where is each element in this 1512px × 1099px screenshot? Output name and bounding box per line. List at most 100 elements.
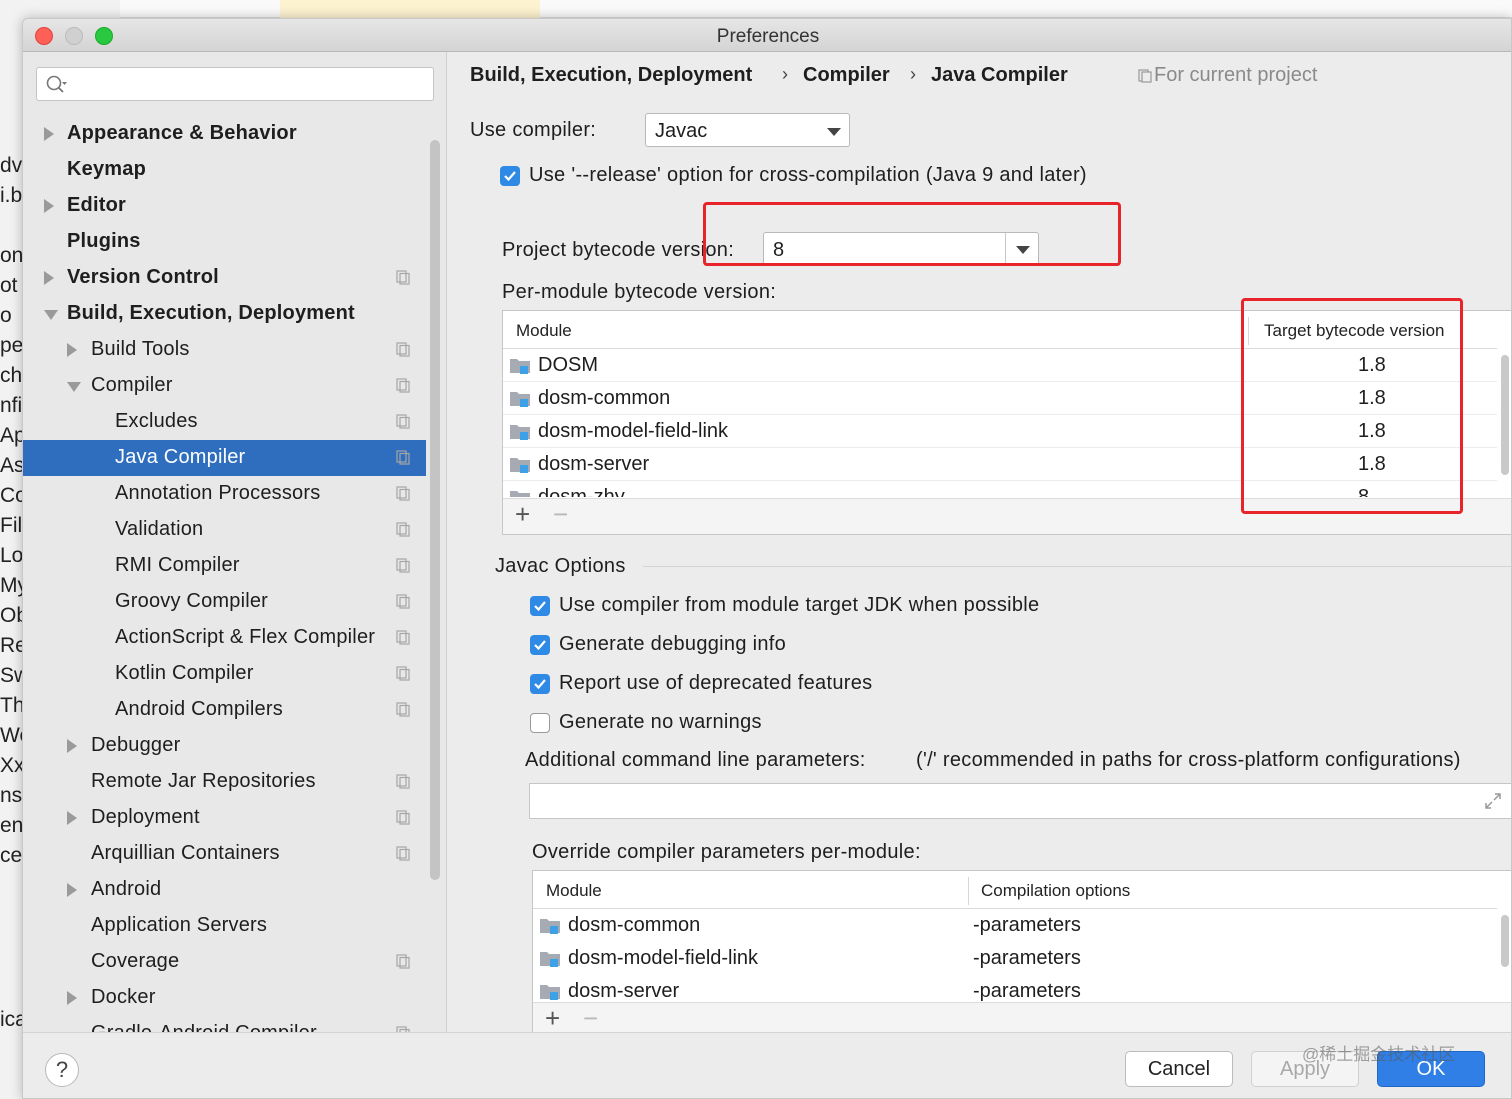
table-row[interactable]: dosm-server -parameters	[533, 975, 1497, 1001]
sidebar-scrollbar[interactable]	[430, 140, 440, 880]
sidebar-item-android[interactable]: Android	[23, 872, 426, 908]
remove-override-button[interactable]: −	[583, 1003, 598, 1034]
chevron-right-icon[interactable]	[67, 991, 77, 1005]
module-name: dosm-zhy	[538, 486, 625, 497]
background-code-fragment: Lo	[0, 544, 24, 567]
chevron-right-icon[interactable]	[67, 811, 77, 825]
background-code-fragment: We	[0, 724, 24, 747]
project-scope-icon	[396, 270, 410, 285]
search-icon	[46, 75, 67, 93]
per-module-label: Per-module bytecode version:	[502, 281, 777, 303]
chevron-right-icon[interactable]	[44, 127, 54, 141]
column-header-compilation-options[interactable]: Compilation options	[981, 881, 1130, 901]
additional-params-label: Additional command line parameters:	[525, 749, 866, 771]
per-module-scrollbar[interactable]	[1501, 355, 1509, 475]
sidebar-item-compiler[interactable]: Compiler	[23, 368, 426, 404]
module-name: dosm-model-field-link	[538, 420, 729, 442]
compilation-options-cell[interactable]: -parameters	[973, 914, 1081, 937]
compilation-options-cell[interactable]: -parameters	[973, 980, 1081, 1001]
add-module-button[interactable]: +	[515, 499, 530, 530]
javac-option-checkbox[interactable]	[530, 713, 550, 733]
help-button[interactable]: ?	[45, 1053, 79, 1087]
add-override-button[interactable]: +	[545, 1003, 560, 1034]
expand-icon[interactable]	[1483, 791, 1503, 811]
project-scope-icon	[396, 342, 410, 357]
sidebar-item-application-servers[interactable]: Application Servers	[23, 908, 426, 944]
breadcrumb-separator: ›	[782, 64, 788, 84]
highlight-box-bytecode	[703, 202, 1121, 266]
checkmark-icon	[504, 171, 516, 182]
sidebar-item-label: Excludes	[115, 410, 198, 432]
module-name: dosm-common	[538, 387, 671, 409]
cancel-button[interactable]: Cancel	[1125, 1051, 1233, 1087]
sidebar-item-actionscript-flex-compiler[interactable]: ActionScript & Flex Compiler	[23, 620, 426, 656]
remove-module-button[interactable]: −	[553, 499, 568, 530]
sidebar-item-annotation-processors[interactable]: Annotation Processors	[23, 476, 426, 512]
sidebar-item-label: Debugger	[91, 734, 181, 756]
sidebar-item-label: Editor	[67, 194, 126, 216]
java-compiler-panel: Build, Execution, Deployment › Compiler …	[448, 52, 1511, 1040]
chevron-right-icon[interactable]	[44, 199, 54, 213]
background-code-fragment: pec	[0, 334, 24, 357]
column-header-module[interactable]: Module	[516, 321, 572, 341]
sidebar-item-version-control[interactable]: Version Control	[23, 260, 426, 296]
chevron-right-icon[interactable]	[67, 883, 77, 897]
sidebar-item-arquillian-containers[interactable]: Arquillian Containers	[23, 836, 426, 872]
sidebar-item-plugins[interactable]: Plugins	[23, 224, 426, 260]
column-header-module[interactable]: Module	[546, 881, 602, 901]
table-row[interactable]: dosm-model-field-link -parameters	[533, 942, 1497, 975]
sidebar-item-validation[interactable]: Validation	[23, 512, 426, 548]
module-folder-icon	[540, 985, 560, 1000]
sidebar-item-coverage[interactable]: Coverage	[23, 944, 426, 980]
project-scope-icon	[396, 378, 410, 393]
sidebar-item-deployment[interactable]: Deployment	[23, 800, 426, 836]
javac-option-checkbox[interactable]	[530, 596, 550, 616]
bytecode-version-label: Project bytecode version:	[502, 239, 735, 261]
release-option-checkbox[interactable]	[500, 166, 520, 186]
sidebar-item-label: Keymap	[67, 158, 147, 180]
chevron-down-icon[interactable]	[44, 310, 58, 320]
sidebar-item-keymap[interactable]: Keymap	[23, 152, 426, 188]
sidebar-item-build-execution-deployment[interactable]: Build, Execution, Deployment	[23, 296, 426, 332]
javac-option-label: Report use of deprecated features	[559, 672, 873, 694]
background-code-fragment: che	[0, 364, 24, 387]
additional-params-input[interactable]	[529, 783, 1511, 819]
title-bar: Preferences	[23, 19, 1511, 52]
use-compiler-dropdown[interactable]: Javac	[645, 113, 850, 147]
project-scope-icon	[396, 522, 410, 537]
sidebar-item-android-compilers[interactable]: Android Compilers	[23, 692, 426, 728]
module-folder-icon	[510, 359, 530, 374]
sidebar-item-label: Groovy Compiler	[115, 590, 269, 612]
background-code-fragment: ica	[0, 1008, 24, 1031]
project-scope-icon	[396, 810, 410, 825]
sidebar-item-gradle-android-compiler[interactable]: Gradle-Android Compiler	[23, 1016, 426, 1032]
sidebar-item-build-tools[interactable]: Build Tools	[23, 332, 426, 368]
sidebar-item-groovy-compiler[interactable]: Groovy Compiler	[23, 584, 426, 620]
settings-search-input[interactable]	[36, 67, 434, 101]
sidebar-item-rmi-compiler[interactable]: RMI Compiler	[23, 548, 426, 584]
sidebar-item-debugger[interactable]: Debugger	[23, 728, 426, 764]
sidebar-item-java-compiler[interactable]: Java Compiler	[23, 440, 426, 476]
sidebar-item-docker[interactable]: Docker	[23, 980, 426, 1016]
sidebar-item-kotlin-compiler[interactable]: Kotlin Compiler	[23, 656, 426, 692]
chevron-down-icon[interactable]	[67, 382, 81, 392]
sidebar-item-editor[interactable]: Editor	[23, 188, 426, 224]
sidebar-item-label: Java Compiler	[115, 446, 246, 468]
module-folder-icon	[510, 425, 530, 440]
background-code-fragment: nst	[0, 784, 24, 807]
sidebar-item-label: Arquillian Containers	[91, 842, 280, 864]
table-row[interactable]: dosm-common -parameters	[533, 909, 1497, 942]
chevron-right-icon[interactable]	[44, 271, 54, 285]
background-code-fragment: nfig	[0, 394, 24, 417]
sidebar-item-label: Build Tools	[91, 338, 190, 360]
javac-option-checkbox[interactable]	[530, 674, 550, 694]
override-scrollbar[interactable]	[1501, 915, 1509, 967]
sidebar-item-appearance-behavior[interactable]: Appearance & Behavior	[23, 116, 426, 152]
javac-option-checkbox[interactable]	[530, 635, 550, 655]
checkmark-icon	[534, 601, 546, 612]
chevron-right-icon[interactable]	[67, 739, 77, 753]
compilation-options-cell[interactable]: -parameters	[973, 947, 1081, 970]
chevron-right-icon[interactable]	[67, 343, 77, 357]
sidebar-item-remote-jar-repositories[interactable]: Remote Jar Repositories	[23, 764, 426, 800]
sidebar-item-excludes[interactable]: Excludes	[23, 404, 426, 440]
